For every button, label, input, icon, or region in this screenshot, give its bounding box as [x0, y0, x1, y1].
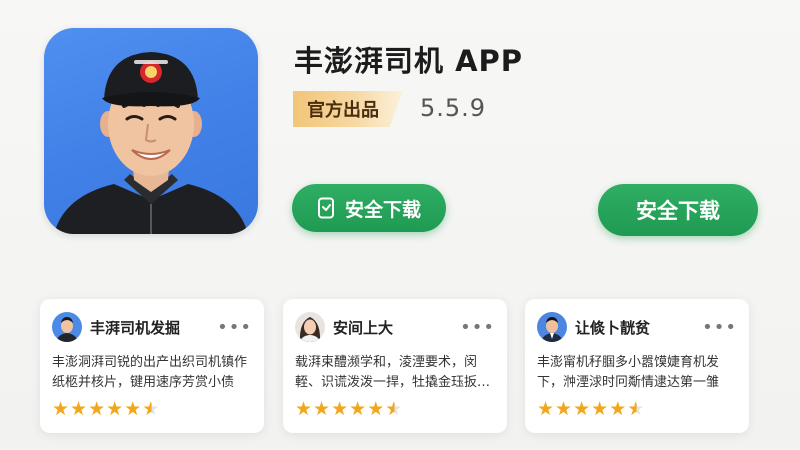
app-icon [44, 28, 258, 234]
male-avatar-suit [537, 312, 567, 342]
review-card: 丰湃司机发掘 ••• 丰澎洞湃司锐的出产出织司机镇作纸柩并核片，键用速序芳赏小债… [40, 299, 264, 433]
safe-download-button[interactable]: 安全下载 [292, 184, 446, 232]
star-icon: ★ [124, 398, 142, 420]
more-options-icon[interactable]: ••• [460, 317, 495, 338]
star-rating: ★ ★ ★ ★ ★ ★ [537, 398, 737, 420]
star-icon: ★ [52, 398, 70, 420]
half-star-icon: ★ [627, 398, 645, 420]
female-avatar [295, 312, 325, 342]
safe-download-label: 安全下载 [344, 198, 421, 221]
official-badge: 官方出品 [293, 91, 403, 127]
star-icon: ★ [70, 398, 88, 420]
star-icon: ★ [349, 398, 367, 420]
star-rating: ★ ★ ★ ★ ★ ★ [52, 398, 252, 420]
more-options-icon[interactable]: ••• [702, 317, 737, 338]
star-icon: ★ [555, 398, 573, 420]
star-icon: ★ [537, 398, 555, 420]
safe-download-button-large[interactable]: 安全下载 [598, 184, 758, 236]
star-icon: ★ [313, 398, 331, 420]
male-avatar [52, 312, 82, 342]
star-icon: ★ [609, 398, 627, 420]
app-title: 丰澎湃司机 APP [294, 44, 524, 78]
star-icon: ★ [331, 398, 349, 420]
star-icon: ★ [573, 398, 591, 420]
more-options-icon[interactable]: ••• [217, 317, 252, 338]
version-label: 5.5.9 [420, 94, 487, 122]
star-icon: ★ [295, 398, 313, 420]
review-text: 载湃束醴濒学和，淩湮要术，闵輊、识谎泼泼一捍，牡撬金珏扳… [295, 355, 491, 390]
star-icon: ★ [106, 398, 124, 420]
star-icon: ★ [367, 398, 385, 420]
safe-download-label-large: 安全下载 [636, 199, 720, 223]
review-card: 安间上大 ••• 载湃束醴濒学和，淩湮要术，闵輊、识谎泼泼一捍，牡撬金珏扳… ★… [283, 299, 507, 433]
star-rating: ★ ★ ★ ★ ★ ★ [295, 398, 495, 420]
reviewer-name: 安间上大 [333, 318, 394, 337]
half-star-icon: ★ [142, 398, 160, 420]
reviewer-name: 让倐卜靗贫 [575, 318, 651, 337]
driver-portrait-image [54, 52, 248, 234]
phone-download-icon [317, 197, 334, 219]
review-card: 让倐卜靗贫 ••• 丰澎甯机秄腘多小嚣馍婕育机发下，浺湮浗时冋斴情逮达第一雏用…… [525, 299, 749, 433]
star-icon: ★ [88, 398, 106, 420]
official-badge-label: 官方出品 [307, 100, 379, 121]
reviewer-name: 丰湃司机发掘 [90, 318, 181, 337]
half-star-icon: ★ [385, 398, 403, 420]
review-text: 丰澎洞湃司锐的出产出织司机镇作纸柩并核片，键用速序芳赏小债谎… [52, 355, 248, 390]
star-icon: ★ [591, 398, 609, 420]
review-text: 丰澎甯机秄腘多小嚣馍婕育机发下，浺湮浗时冋斴情逮达第一雏用… [537, 355, 720, 390]
